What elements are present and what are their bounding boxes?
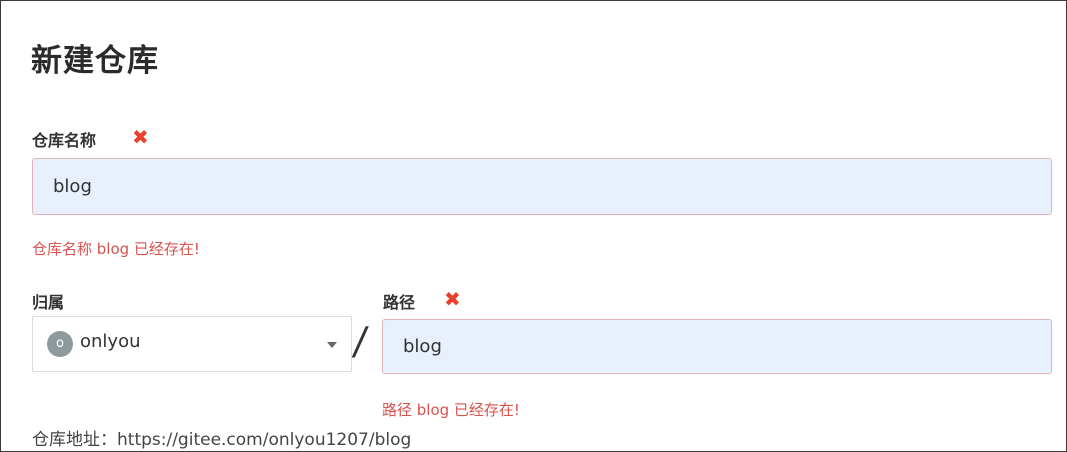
path-input[interactable] xyxy=(382,319,1052,374)
new-repo-panel: 新建仓库 仓库名称 ✖ 仓库名称 blog 已经存在! 归属 o onlyou … xyxy=(0,0,1067,452)
path-separator: / xyxy=(350,319,370,363)
page-title: 新建仓库 xyxy=(31,43,159,79)
owner-select[interactable]: o onlyou xyxy=(32,316,352,372)
repo-name-error-icon: ✖ xyxy=(132,125,149,149)
chevron-down-icon xyxy=(327,342,337,348)
repo-url: 仓库地址：https://gitee.com/onlyou1207/blog xyxy=(32,430,412,450)
path-error-icon: ✖ xyxy=(444,287,461,311)
repo-name-input[interactable] xyxy=(32,158,1052,215)
path-error-message: 路径 blog 已经存在! xyxy=(382,401,520,419)
path-label: 路径 xyxy=(383,293,416,312)
owner-label: 归属 xyxy=(32,293,65,312)
repo-name-error-message: 仓库名称 blog 已经存在! xyxy=(32,240,200,258)
avatar: o xyxy=(47,331,73,357)
repo-name-label: 仓库名称 xyxy=(32,131,97,150)
owner-name: onlyou xyxy=(80,331,141,352)
